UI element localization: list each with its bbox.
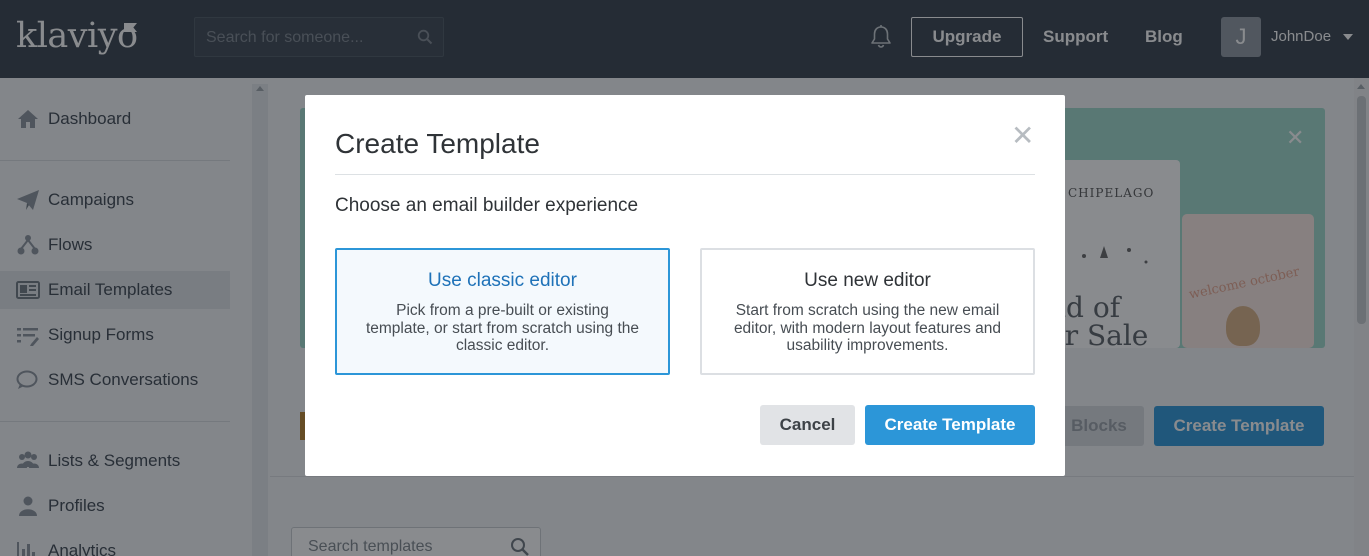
modal-subtitle: Choose an email builder experience <box>335 195 639 216</box>
option-title: Use classic editor <box>428 270 577 291</box>
option-description: Start from scratch using the new email e… <box>733 302 1002 354</box>
modal-divider <box>335 174 1035 175</box>
create-template-button[interactable]: Create Template <box>865 405 1035 445</box>
option-title: Use new editor <box>804 270 931 291</box>
option-description: Pick from a pre-built or existing templa… <box>365 302 640 354</box>
cancel-button[interactable]: Cancel <box>760 405 855 445</box>
classic-editor-option[interactable]: Use classic editor Pick from a pre-built… <box>335 248 670 375</box>
create-template-modal: Create Template ✕ Choose an email builde… <box>305 95 1065 476</box>
new-editor-option[interactable]: Use new editor Start from scratch using … <box>700 248 1035 375</box>
modal-title: Create Template <box>335 128 540 159</box>
close-icon[interactable]: ✕ <box>1011 121 1034 151</box>
